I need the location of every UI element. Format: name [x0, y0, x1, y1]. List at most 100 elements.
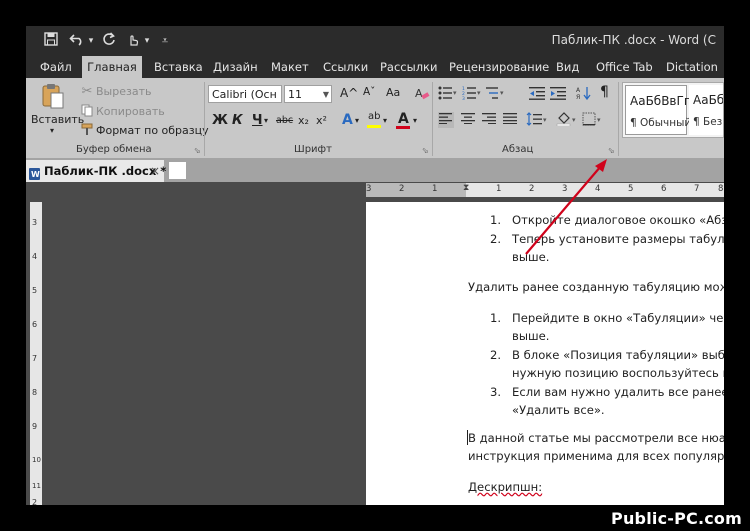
justify-icon[interactable]: [502, 112, 518, 129]
cut-icon[interactable]: ✂: [80, 84, 94, 100]
borders-icon[interactable]: ▾: [582, 112, 604, 131]
clipboard-launcher-icon[interactable]: ⬂: [194, 146, 201, 155]
multilevel-list-icon[interactable]: ▾: [486, 86, 506, 105]
align-right-icon[interactable]: [481, 112, 497, 129]
paste-dropdown-icon[interactable]: ▾: [50, 126, 54, 135]
format-painter-icon[interactable]: [80, 123, 94, 141]
show-marks-button[interactable]: ¶: [600, 84, 609, 100]
shading-icon[interactable]: ▾: [556, 112, 578, 131]
chevron-down-icon: ▼: [322, 90, 329, 99]
svg-text:▾: ▾: [500, 89, 504, 97]
shrink-font-button[interactable]: Aˇ: [363, 86, 375, 98]
list-item-line: Теперь установите размеры табуляци: [512, 232, 724, 246]
svg-text:▾: ▾: [477, 89, 481, 97]
tab-review[interactable]: Рецензирование: [449, 56, 549, 78]
text-effects-button[interactable]: A: [342, 112, 353, 128]
ribbon-tabs: Файл Главная Вставка Дизайн Макет Ссылки…: [26, 56, 724, 78]
group-divider: [204, 82, 205, 156]
font-size-combo[interactable]: 11 ▼: [284, 85, 332, 103]
decrease-indent-icon[interactable]: [529, 86, 545, 105]
underline-button[interactable]: Ч: [252, 113, 263, 128]
list-number: 2.: [490, 348, 502, 362]
document-page[interactable]: 1. Откройте диалоговое окошко «Абзац 2. …: [366, 202, 724, 505]
font-color-button[interactable]: A: [398, 111, 409, 127]
line-spacing-icon[interactable]: ▾: [526, 112, 548, 131]
italic-button[interactable]: К: [232, 113, 243, 128]
tab-mailings[interactable]: Рассылки: [380, 56, 437, 78]
align-left-icon[interactable]: [438, 112, 454, 128]
strikethrough-button[interactable]: abc: [276, 115, 293, 126]
tab-insert[interactable]: Вставка: [154, 56, 203, 78]
redo-icon[interactable]: [100, 32, 118, 50]
ruler-tick: 3: [366, 184, 372, 194]
font-name-value: Calibri (Осн: [212, 88, 277, 101]
list-item-line: В блоке «Позиция табуляции» выбер: [512, 348, 724, 362]
bold-button[interactable]: Ж: [212, 113, 228, 128]
tab-file[interactable]: Файл: [40, 56, 72, 78]
highlight-color-bar: [367, 125, 381, 128]
font-color-dropdown-icon[interactable]: ▾: [413, 116, 417, 125]
undo-icon[interactable]: [68, 32, 86, 50]
tab-design[interactable]: Дизайн: [213, 56, 258, 78]
subscript-button[interactable]: x₂: [298, 114, 309, 127]
superscript-button[interactable]: x²: [316, 114, 327, 127]
highlight-button[interactable]: ab: [368, 111, 380, 122]
style-name: ¶ Обычный: [630, 117, 692, 129]
list-number: 1.: [490, 311, 502, 325]
new-tab-button[interactable]: [169, 162, 186, 179]
numbering-icon[interactable]: 1 2 3 ▾: [462, 86, 482, 105]
cut-label[interactable]: Вырезать: [96, 85, 151, 98]
ruler-margin: [366, 183, 466, 197]
effects-dropdown-icon[interactable]: ▾: [355, 116, 359, 125]
list-item-line: Перейдите в окно «Табуляции» чере: [512, 311, 724, 325]
style-sample: АаБбВ: [693, 93, 724, 107]
styles-gallery: АаБбВвГг, ¶ Обычный АаБбВ ¶ Без: [622, 82, 724, 138]
bullets-icon[interactable]: ▾: [438, 86, 458, 105]
tab-view[interactable]: Вид: [556, 56, 579, 78]
style-normal[interactable]: АаБбВвГг, ¶ Обычный: [625, 85, 694, 135]
vertical-ruler[interactable]: 3 4 5 6 7 8 9 10 11 2: [30, 202, 42, 505]
paragraph-launcher-icon[interactable]: ⬂: [608, 146, 615, 155]
sort-icon[interactable]: AЯ: [576, 86, 592, 105]
touch-dropdown-icon[interactable]: ▾: [142, 32, 152, 50]
document-tab[interactable]: W Паблик-ПК .docx * ×: [26, 160, 166, 182]
copy-label[interactable]: Копировать: [96, 105, 165, 118]
tab-home[interactable]: Главная: [82, 56, 142, 78]
undo-dropdown-icon[interactable]: ▾: [86, 32, 96, 50]
font-name-combo[interactable]: Calibri (Осн: [208, 85, 282, 103]
tab-dictation[interactable]: Dictation: [666, 56, 718, 78]
font-color-bar: [396, 126, 410, 129]
copy-icon[interactable]: [80, 104, 94, 122]
ruler-tick: 1: [432, 184, 438, 194]
paste-label[interactable]: Вставить: [31, 113, 84, 126]
ruler-tick: 2: [32, 498, 38, 505]
grow-font-button[interactable]: A^: [340, 86, 358, 100]
clear-formatting-icon[interactable]: A: [414, 86, 430, 105]
underline-dropdown-icon[interactable]: ▾: [264, 116, 268, 125]
paragraph-text: Дескрипшн:: [468, 480, 543, 494]
tab-references[interactable]: Ссылки: [323, 56, 368, 78]
touch-mode-icon[interactable]: [124, 32, 142, 50]
font-launcher-icon[interactable]: ⬂: [422, 146, 429, 155]
ruler-tick: 3: [562, 184, 568, 194]
style-no-spacing[interactable]: АаБбВ ¶ Без: [689, 85, 724, 135]
format-painter-label[interactable]: Формат по образцу: [96, 124, 209, 137]
title-bar: ▾ ▾ ⩡ Паблик-ПК .docx - Word (С: [26, 26, 724, 56]
list-item-line: выше.: [512, 329, 550, 343]
close-icon[interactable]: ×: [150, 160, 160, 182]
ruler-tick: 1: [496, 184, 502, 194]
change-case-button[interactable]: Aa: [386, 86, 400, 99]
tab-layout[interactable]: Макет: [271, 56, 309, 78]
paragraph-text: В данной статье мы рассмотрели все нюанс…: [468, 431, 724, 445]
save-icon[interactable]: [42, 32, 60, 50]
align-center-icon[interactable]: [460, 112, 476, 129]
increase-indent-icon[interactable]: [550, 86, 566, 105]
indent-marker-icon[interactable]: ⧗: [463, 183, 469, 193]
highlight-dropdown-icon[interactable]: ▾: [383, 116, 387, 125]
paste-icon[interactable]: [40, 82, 66, 110]
horizontal-ruler[interactable]: 3 2 1 ⧗ 1 2 3 4 5 6 7 8: [366, 183, 724, 197]
ruler-tick: 7: [694, 184, 700, 194]
tab-office-tab[interactable]: Office Tab: [596, 56, 653, 78]
customize-qat-icon[interactable]: ⩡: [160, 32, 170, 50]
paragraph-text: Удалить ранее созданную табуляцию можно: [468, 280, 724, 294]
